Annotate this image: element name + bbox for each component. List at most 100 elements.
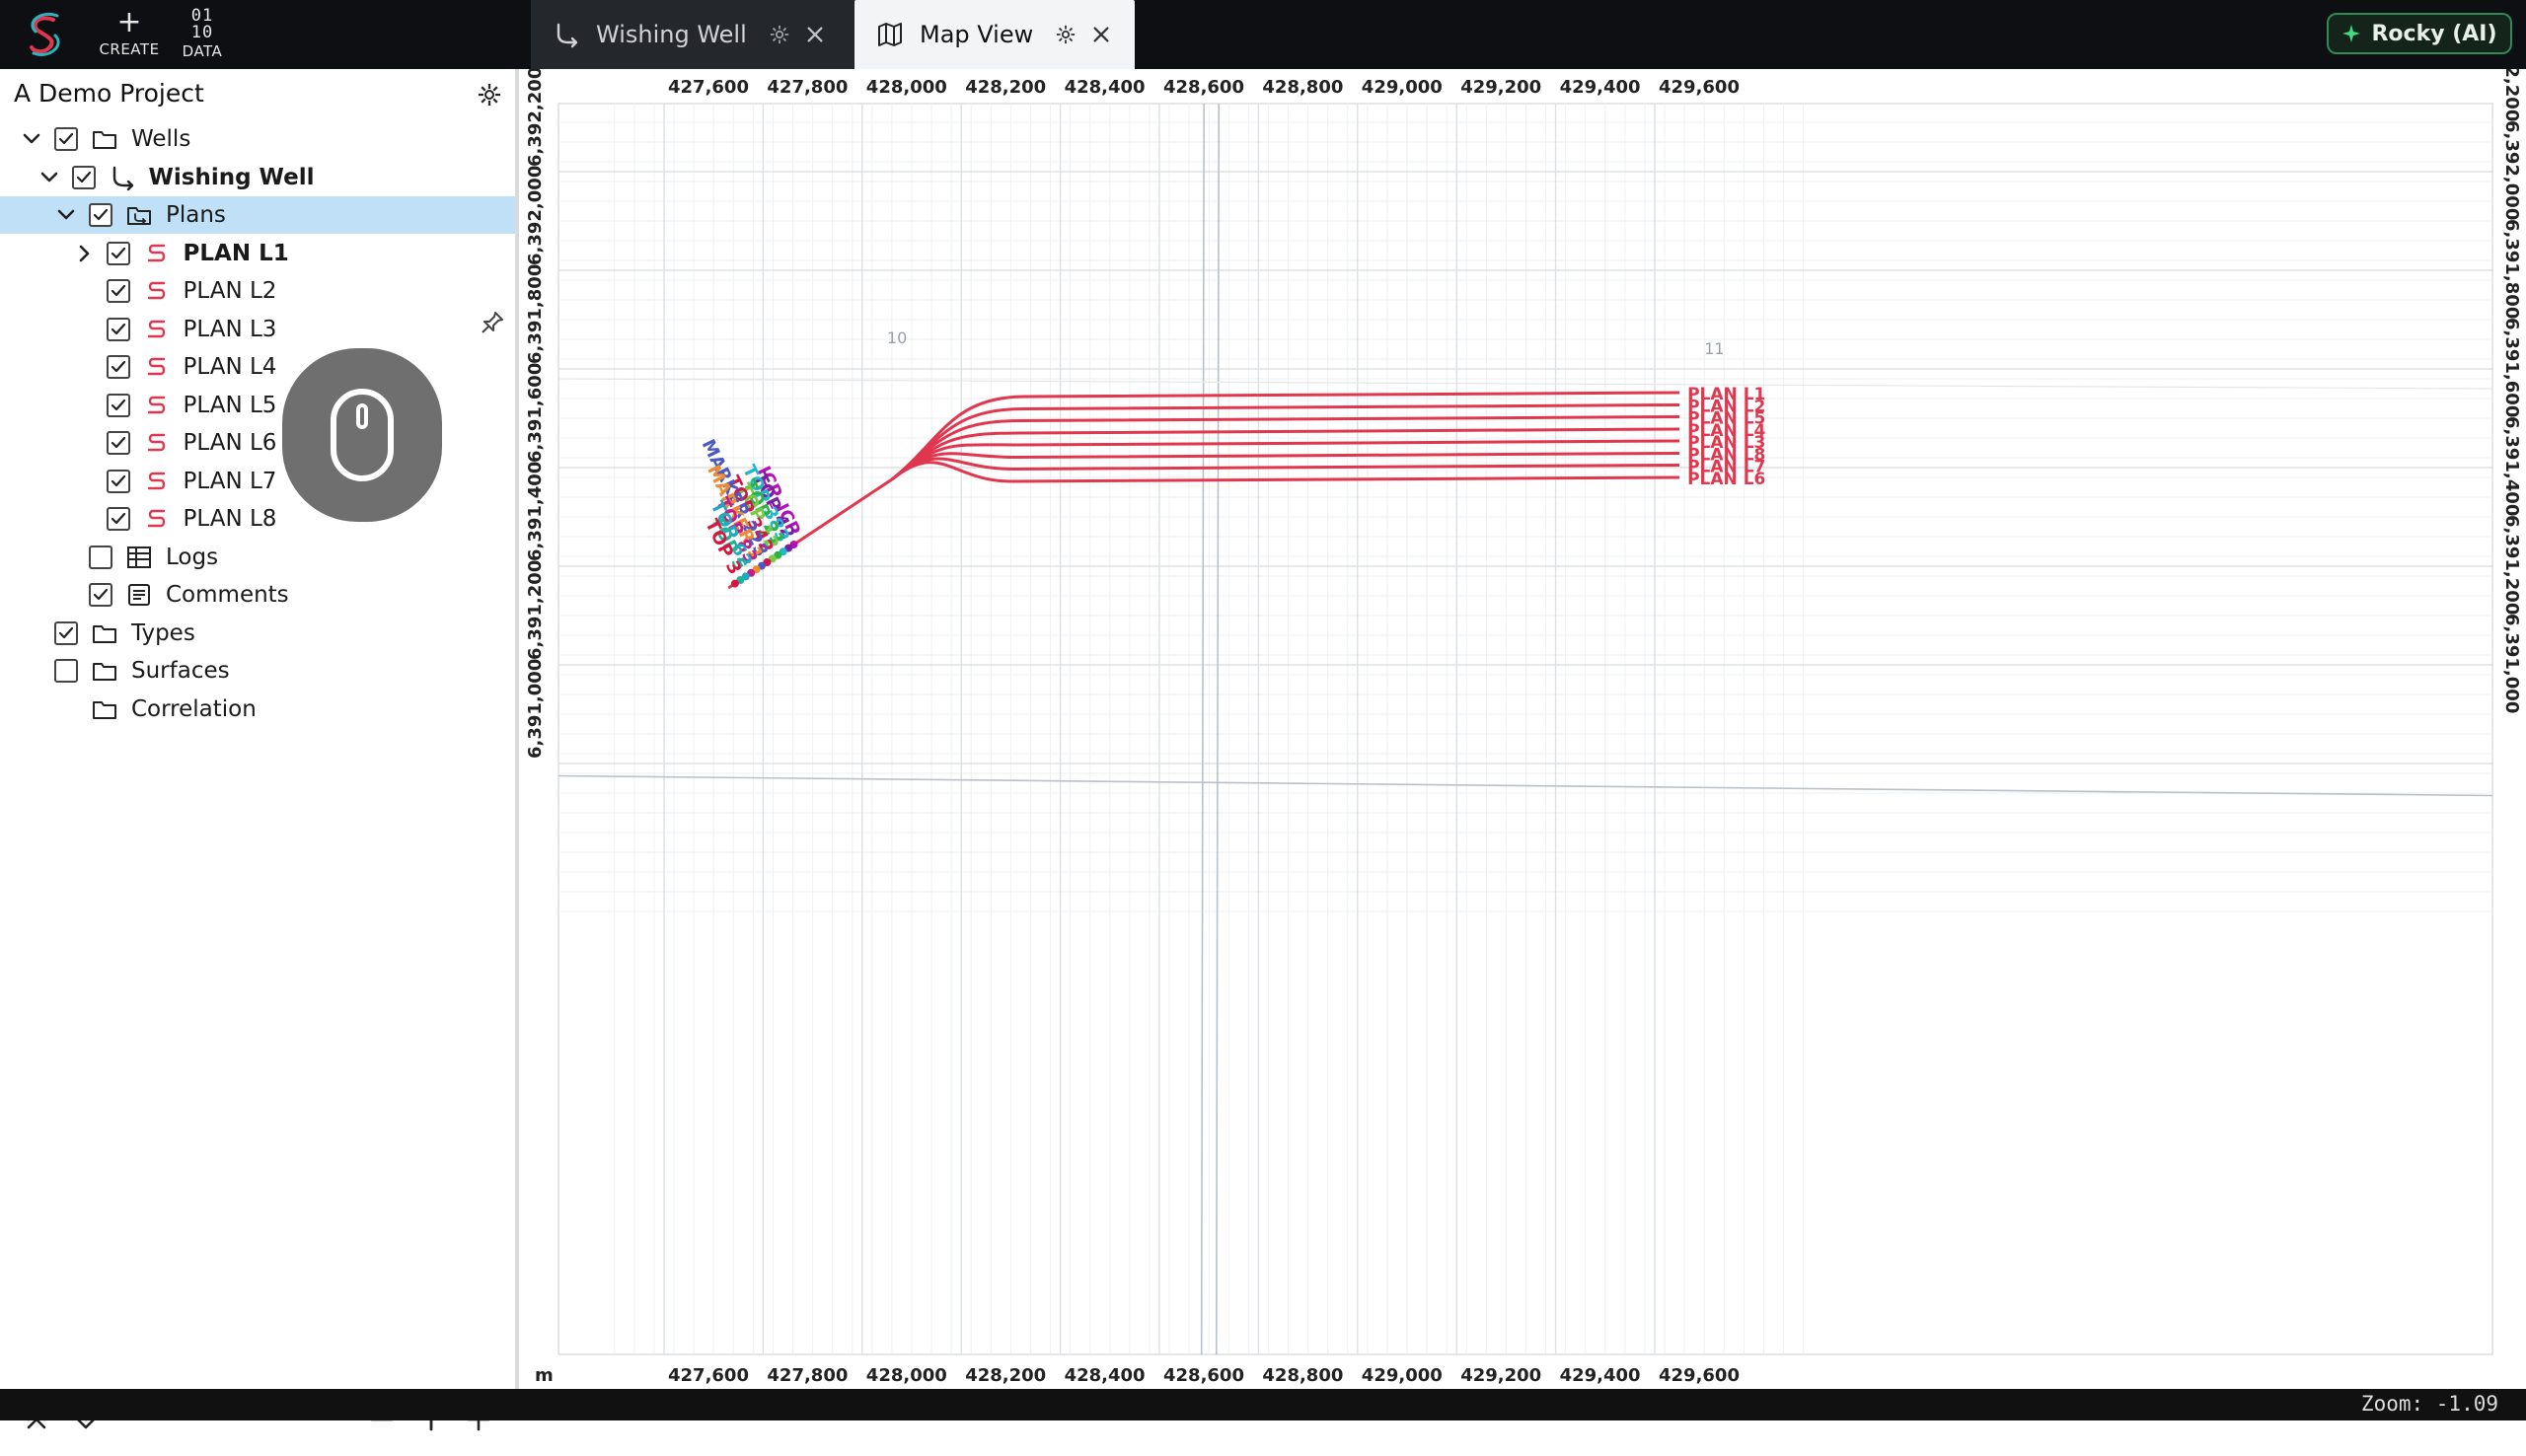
tree-item-comments[interactable]: Comments	[0, 576, 515, 614]
x-tick-label-bottom: 428,800	[1262, 1365, 1343, 1386]
ai-assistant-button[interactable]: Rocky (AI)	[2327, 13, 2512, 54]
visibility-checkbox[interactable]	[54, 127, 78, 151]
tree-item-surfaces[interactable]: Surfaces	[0, 652, 515, 690]
visibility-checkbox[interactable]	[106, 507, 130, 531]
x-tick-label-top: 429,400	[1560, 77, 1641, 98]
data-button[interactable]: 01 10 DATA	[168, 6, 237, 65]
x-tick-label-top: 428,200	[965, 77, 1046, 98]
gear-icon[interactable]	[769, 24, 790, 45]
visibility-checkbox[interactable]	[106, 317, 130, 341]
x-tick-label-bottom: 429,400	[1560, 1365, 1641, 1386]
plan-icon	[142, 504, 172, 534]
x-tick-label-bottom: 429,200	[1460, 1365, 1541, 1386]
plan-icon	[142, 239, 172, 268]
tree-item-plan-l2[interactable]: PLAN L2	[0, 272, 515, 310]
plan-label: PLAN L6	[1687, 470, 1765, 489]
x-tick-label-top: 429,200	[1460, 77, 1541, 98]
tab-wishing-well[interactable]: Wishing Well	[531, 0, 872, 69]
plan-icon	[142, 391, 172, 420]
tree-item-label: Surfaces	[131, 658, 230, 684]
tree-item-logs[interactable]: Logs	[0, 539, 515, 576]
visibility-checkbox[interactable]	[106, 241, 130, 265]
gear-icon[interactable]	[1055, 24, 1077, 45]
tab-map-view[interactable]: Map View	[854, 0, 1135, 69]
close-icon[interactable]	[1090, 24, 1112, 45]
map-icon	[876, 21, 904, 48]
tree-item-label: Comments	[166, 582, 289, 608]
tree-item-wells[interactable]: Wells	[0, 120, 515, 158]
tree-item-wishing-well[interactable]: Wishing Well	[0, 159, 515, 196]
tree-item-label: Correlation	[131, 695, 257, 722]
tree-item-label: PLAN L4	[183, 354, 277, 380]
y-tick-label-left: 6,391,600	[525, 363, 546, 463]
pin-icon[interactable]	[480, 310, 505, 335]
tree-item-correlation[interactable]: Correlation	[0, 691, 515, 728]
x-tick-label-bottom: 428,400	[1065, 1365, 1146, 1386]
x-tick-label-top: 428,400	[1065, 77, 1146, 98]
tree-item-types[interactable]: Types	[0, 615, 515, 652]
y-tick-label-right: 6,391,200	[2501, 515, 2522, 615]
x-tick-label-bottom: 427,600	[668, 1365, 749, 1386]
tab-label: Map View	[920, 21, 1034, 48]
section-number: 11	[1704, 339, 1724, 358]
visibility-checkbox[interactable]	[106, 431, 130, 455]
visibility-checkbox[interactable]	[106, 355, 130, 379]
visibility-checkbox[interactable]	[89, 545, 112, 569]
visibility-checkbox[interactable]	[54, 659, 78, 683]
section-number: 10	[887, 328, 907, 347]
comment-icon	[124, 580, 154, 610]
visibility-checkbox[interactable]	[106, 279, 130, 303]
plan-icon	[142, 352, 172, 382]
tree-item-label: PLAN L5	[183, 392, 277, 418]
x-tick-label-top: 428,000	[866, 77, 947, 98]
chevron-down-icon[interactable]	[38, 167, 60, 188]
tree-item-label: PLAN L2	[183, 278, 277, 304]
tree-item-label: Logs	[166, 544, 219, 570]
y-tick-label-right: 6,391,800	[2501, 219, 2522, 319]
well-icon	[108, 163, 137, 192]
create-button[interactable]: + CREATE	[95, 6, 164, 65]
gear-icon[interactable]	[476, 81, 503, 109]
visibility-checkbox[interactable]	[89, 583, 112, 607]
well-icon	[553, 21, 580, 48]
x-tick-label-bottom: 428,000	[866, 1365, 947, 1386]
x-tick-label-top: 427,800	[767, 77, 848, 98]
mouse-indicator-icon	[282, 348, 442, 522]
visibility-checkbox[interactable]	[54, 620, 78, 645]
tree-item-plan-l3[interactable]: PLAN L3	[0, 311, 515, 348]
data-label: DATA	[182, 42, 223, 60]
app-logo-icon[interactable]	[24, 10, 67, 57]
visibility-checkbox[interactable]	[71, 165, 96, 189]
tree-item-plan-l8[interactable]: PLAN L8	[0, 500, 515, 538]
chevron-down-icon[interactable]	[55, 204, 77, 226]
map-canvas[interactable]: 10 11 427,600 427,600 427,800 427,800 428,000 4…	[519, 22, 2526, 1389]
x-tick-label-bottom: 428,200	[965, 1365, 1046, 1386]
tree-item-label: PLAN L1	[183, 240, 289, 266]
x-tick-label-top: 427,600	[668, 77, 749, 98]
y-tick-label-right: 6,392,000	[2501, 120, 2522, 220]
y-tick-label-left: 6,391,000	[525, 659, 546, 759]
plans-folder-icon	[124, 200, 154, 230]
tree-item-label: Wishing Well	[148, 164, 315, 190]
x-tick-label-bottom: 428,600	[1163, 1365, 1244, 1386]
tab-label: Wishing Well	[596, 21, 747, 48]
tree-item-plan-l4[interactable]: PLAN L4	[0, 348, 515, 386]
visibility-checkbox[interactable]	[106, 393, 130, 417]
visibility-checkbox[interactable]	[106, 469, 130, 493]
chevron-down-icon[interactable]	[21, 128, 42, 150]
tree-item-plans[interactable]: Plans	[0, 196, 515, 234]
map-view[interactable]: 10 11 427,600 427,600 427,800 427,800 428,000 4…	[519, 22, 2526, 1389]
tree-item-plan-l1[interactable]: PLAN L1	[0, 235, 515, 272]
tree-item-label: Plans	[166, 202, 226, 228]
y-tick-label-left: 6,391,400	[525, 462, 546, 561]
close-icon[interactable]	[804, 24, 826, 45]
chevron-right-icon[interactable]	[73, 243, 95, 264]
project-sidebar: A Demo Project Wells Wishing Well Plans PLA…	[0, 69, 519, 1431]
visibility-checkbox[interactable]	[89, 203, 112, 227]
